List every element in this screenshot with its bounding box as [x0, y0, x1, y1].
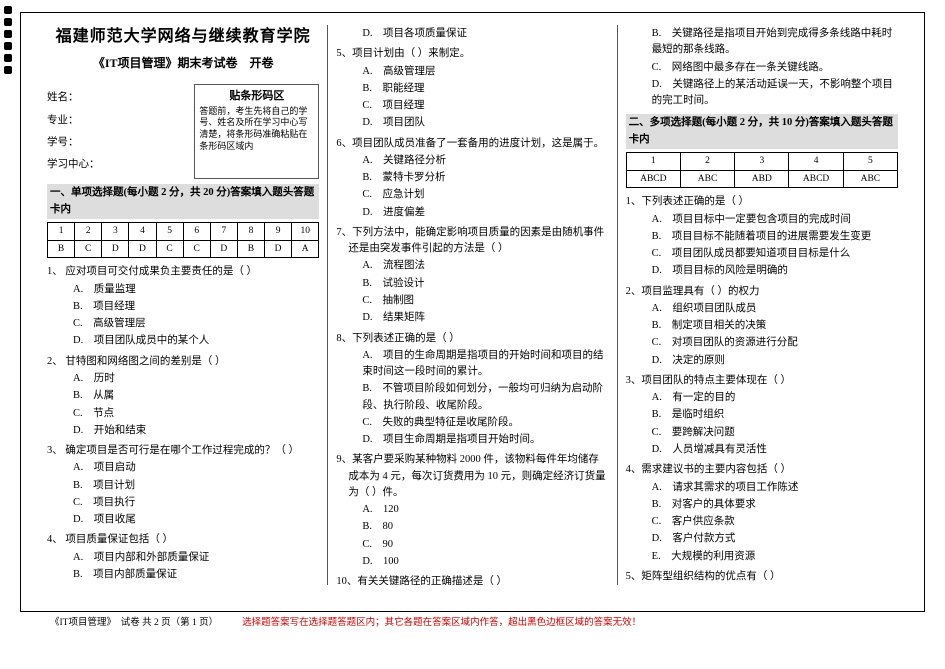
- m3-a: A. 有一定的目的: [652, 390, 898, 406]
- q2-c: C. 节点: [73, 406, 319, 422]
- m1-b: B. 项目目标不能随着项目的进展需要发生变更: [652, 229, 898, 245]
- footer-left: 《IT项目管理》 试卷 共 2 页（第 1 页）: [50, 616, 218, 631]
- m1-a: A. 项目目标中一定要包含项目的完成时间: [652, 212, 898, 228]
- q4-b: B. 项目内部质量保证: [73, 567, 319, 583]
- q8-a: A. 项目的生命周期是指项目的开始时间和项目的结束时间这一段时间的累计。: [362, 348, 608, 381]
- footer-right: 选择题答案写在选择题答题区内；其它各题在答案区域内作答，超出黑色边框区域的答案无…: [242, 616, 641, 631]
- barcode-hint: 答题前，考生先将自己的学号、姓名及所在学习中心写清楚，将条形码准确粘贴在条形码区…: [199, 106, 314, 153]
- m3-b: B. 是临时组织: [652, 407, 898, 423]
- q1-b: B. 项目经理: [73, 299, 319, 315]
- name-field: 姓名：: [47, 90, 194, 106]
- m4-c: C. 客户供应条款: [652, 514, 898, 530]
- q5-d: D. 项目团队: [362, 115, 608, 131]
- q9-d: D. 100: [362, 554, 608, 570]
- q4-d: D. 项目各项质量保证: [362, 26, 608, 42]
- m2-d: D. 决定的原则: [652, 353, 898, 369]
- m2-a: A. 组织项目团队成员: [652, 301, 898, 317]
- column-3: B. 关键路径是指项目开始到完成得多条线路中耗时最短的那条线路。 C. 网络图中…: [617, 25, 906, 585]
- q10-c: C. 网络图中最多存在一条关键线路。: [652, 60, 898, 76]
- m1-c: C. 项目团队成员都要知道项目目标是什么: [652, 246, 898, 262]
- barcode-title: 贴条形码区: [199, 89, 314, 103]
- q5-a: A. 高级管理层: [362, 64, 608, 80]
- major-field: 专业：: [47, 113, 194, 129]
- part1-answer-table: 123 456 789 10 BCD DCC DBD A: [47, 222, 319, 258]
- m1-d: D. 项目目标的风险是明确的: [652, 263, 898, 279]
- q7-b: B. 试验设计: [362, 276, 608, 292]
- q7-a: A. 流程图法: [362, 258, 608, 274]
- q8: 8、下列表述正确的是（ ）: [348, 331, 608, 347]
- q7: 7、下列方法中，能确定影响项目质量的因素是由随机事件还是由突发事件引起的方法是（…: [348, 225, 608, 258]
- m2: 2、项目监理具有（ ）的权力: [638, 284, 898, 300]
- m2-c: C. 对项目团队的资源进行分配: [652, 335, 898, 351]
- q2-a: A. 历时: [73, 371, 319, 387]
- m4: 4、需求建议书的主要内容包括（ ）: [638, 462, 898, 478]
- q6-b: B. 蒙特卡罗分析: [362, 170, 608, 186]
- m4-e: E. 大规模的利用资源: [652, 549, 898, 565]
- q10-d: D. 关键路径上的某活动延误一天，不影响整个项目的完工时间。: [652, 77, 898, 110]
- m4-a: A. 请求其需求的项目工作陈述: [652, 480, 898, 496]
- q7-c: C. 抽制图: [362, 293, 608, 309]
- title-main: 福建师范大学网络与继续教育学院: [47, 25, 319, 50]
- q6-a: A. 关键路径分析: [362, 153, 608, 169]
- q2: 2、 甘特图和网络图之间的差别是（ ）: [59, 354, 319, 370]
- q1-a: A. 质量监理: [73, 282, 319, 298]
- q3: 3、 确定项目是否可行是在哪个工作过程完成的？（ ）: [59, 443, 319, 459]
- q10-b: B. 关键路径是指项目开始到完成得多条线路中耗时最短的那条线路。: [652, 26, 898, 59]
- q3-b: B. 项目计划: [73, 478, 319, 494]
- q7-d: D. 结果矩阵: [362, 310, 608, 326]
- page-footer: 《IT项目管理》 试卷 共 2 页（第 1 页） 选择题答案写在选择题答题区内；…: [20, 616, 925, 631]
- q5: 5、项目计划由（ ）来制定。: [348, 46, 608, 62]
- q2-d: D. 开始和结束: [73, 423, 319, 439]
- q1-d: D. 项目团队成员中的某个人: [73, 333, 319, 349]
- q5-c: C. 项目经理: [362, 98, 608, 114]
- m3: 3、项目团队的特点主要体现在（ ）: [638, 373, 898, 389]
- m5: 5、矩阵型组织结构的优点有（ ）: [638, 569, 898, 585]
- q3-d: D. 项目收尾: [73, 512, 319, 528]
- part2-bar: 二、多项选择题(每小题 2 分，共 10 分)答案填入题头答题卡内: [626, 114, 898, 149]
- q5-b: B. 职能经理: [362, 81, 608, 97]
- q9-a: A. 120: [362, 502, 608, 518]
- q8-c: C. 失败的典型特征是收尾阶段。: [362, 415, 608, 431]
- q3-c: C. 项目执行: [73, 495, 319, 511]
- sid-field: 学号：: [47, 135, 194, 151]
- q6-c: C. 应急计划: [362, 187, 608, 203]
- q4: 4、 项目质量保证包括（ ）: [59, 532, 319, 548]
- binding-holes: [4, 0, 12, 74]
- q10: 10、有关关键路径的正确描述是（ ）: [348, 574, 608, 585]
- q1-c: C. 高级管理层: [73, 316, 319, 332]
- m3-d: D. 人员增减具有灵活性: [652, 442, 898, 458]
- q4-c: C. 项目外部质量保证: [73, 584, 319, 585]
- m1: 1、下列表述正确的是（ ）: [638, 194, 898, 210]
- q3-a: A. 项目启动: [73, 460, 319, 476]
- student-info: 姓名： 专业： 学号： 学习中心： 贴条形码区 答题前，考生先将自己的学号、姓名…: [47, 84, 319, 179]
- q9: 9、某客户要采购某种物料 2000 件，该物料每件年均储存成本为 4 元，每次订…: [348, 452, 608, 501]
- q8-d: D. 项目生命周期是指项目开始时间。: [362, 432, 608, 448]
- m4-d: D. 客户付款方式: [652, 531, 898, 547]
- q6: 6、项目团队成员准备了一套备用的进度计划，这是属于。: [348, 136, 608, 152]
- m2-b: B. 制定项目相关的决策: [652, 318, 898, 334]
- barcode-box: 贴条形码区 答题前，考生先将自己的学号、姓名及所在学习中心写清楚，将条形码准确粘…: [194, 84, 319, 179]
- q9-b: B. 80: [362, 519, 608, 535]
- q6-d: D. 进度偏差: [362, 205, 608, 221]
- part1-bar: 一、单项选择题(每小题 2 分，共 20 分)答案填入题头答题卡内: [47, 184, 319, 219]
- q8-b: B. 不管项目阶段如何划分，一般均可归纳为启动阶段、执行阶段、收尾阶段。: [362, 381, 608, 414]
- q4-a: A. 项目内部和外部质量保证: [73, 550, 319, 566]
- page-frame: 福建师范大学网络与继续教育学院 《IT项目管理》期末考试卷 开卷 姓名： 专业：…: [20, 12, 925, 612]
- q1: 1、 应对项目可交付成果负主要责任的是（ ）: [59, 264, 319, 280]
- q9-c: C. 90: [362, 537, 608, 553]
- m3-c: C. 要跨解决问题: [652, 425, 898, 441]
- q2-b: B. 从属: [73, 388, 319, 404]
- title-sub: 《IT项目管理》期末考试卷 开卷: [47, 54, 319, 73]
- part2-answer-table: 12 34 5 ABCDABC ABDABCD ABC: [626, 152, 898, 188]
- center-field: 学习中心：: [47, 157, 194, 173]
- m4-b: B. 对客户的具体要求: [652, 497, 898, 513]
- column-1: 福建师范大学网络与继续教育学院 《IT项目管理》期末考试卷 开卷 姓名： 专业：…: [39, 25, 327, 585]
- column-2: D. 项目各项质量保证 5、项目计划由（ ）来制定。 A. 高级管理层 B. 职…: [327, 25, 616, 585]
